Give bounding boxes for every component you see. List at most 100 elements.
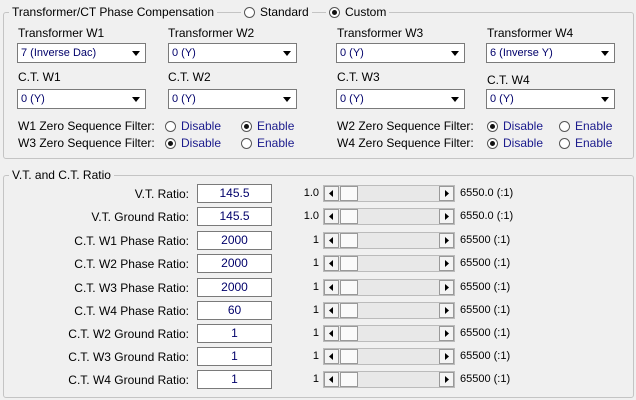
transformer-w1-label: Transformer W1 — [18, 26, 105, 40]
ratio-value-input[interactable]: 2000 — [197, 254, 272, 273]
ratio-scrollbar[interactable] — [323, 348, 455, 365]
ratio-scrollbar[interactable] — [323, 279, 455, 296]
scroll-right-button[interactable] — [439, 349, 454, 364]
scrollbar-thumb[interactable] — [340, 280, 358, 295]
scroll-left-button[interactable] — [324, 349, 339, 364]
arrow-right-icon — [445, 330, 449, 337]
enable-label: Enable — [257, 136, 295, 150]
w4-zero-seq-enable-radio[interactable]: Enable — [559, 136, 612, 150]
ratio-scrollbar[interactable] — [323, 302, 455, 319]
w2-zero-seq-enable-radio[interactable]: Enable — [559, 119, 612, 133]
w4-zero-seq-disable-radio[interactable]: Disable — [487, 136, 543, 150]
radio-indicator — [165, 120, 176, 132]
ratio-value-input[interactable]: 2000 — [197, 231, 272, 250]
arrow-left-icon — [329, 190, 333, 197]
ratio-max-value: 65500 (:1) — [460, 373, 511, 385]
selected-value: 0 (Y) — [172, 47, 196, 59]
scroll-right-button[interactable] — [439, 326, 454, 341]
ratio-scrollbar[interactable] — [323, 185, 455, 202]
w1-zero-seq-disable-radio[interactable]: Disable — [165, 119, 221, 133]
scrollbar-thumb[interactable] — [340, 186, 358, 201]
chevron-down-icon — [451, 97, 459, 102]
ratio-scrollbar[interactable] — [323, 255, 455, 272]
transformer-w2-label: Transformer W2 — [168, 26, 255, 40]
ratio-max-value: 65500 (:1) — [460, 304, 511, 316]
w2-zero-seq-disable-radio[interactable]: Disable — [487, 119, 543, 133]
arrow-right-icon — [445, 353, 449, 360]
scroll-left-button[interactable] — [324, 233, 339, 248]
ct-w1-select[interactable]: 0 (Y) — [17, 89, 146, 109]
enable-label: Enable — [257, 119, 295, 133]
scroll-right-button[interactable] — [439, 303, 454, 318]
scrollbar-thumb[interactable] — [340, 372, 358, 387]
ratio-value-input[interactable]: 2000 — [197, 278, 272, 297]
ct-w2-select[interactable]: 0 (Y) — [168, 89, 297, 109]
scroll-left-button[interactable] — [324, 280, 339, 295]
radio-indicator — [487, 120, 498, 132]
radio-indicator — [241, 120, 252, 132]
transformer-w3-label: Transformer W3 — [337, 26, 424, 40]
ratio-value-input[interactable]: 60 — [197, 301, 272, 320]
ratio-value-input[interactable]: 1 — [197, 347, 272, 366]
radio-indicator — [165, 137, 176, 149]
scrollbar-thumb[interactable] — [340, 326, 358, 341]
scrollbar-thumb[interactable] — [340, 233, 358, 248]
scroll-right-button[interactable] — [439, 256, 454, 271]
ct-w4-label: C.T. W4 — [487, 73, 530, 87]
ratio-title: V.T. and C.T. Ratio — [9, 168, 114, 182]
w3-zero-seq-disable-radio[interactable]: Disable — [165, 136, 221, 150]
arrow-left-icon — [329, 260, 333, 267]
ct-w4-select[interactable]: 0 (Y) — [486, 89, 615, 109]
mode-standard-radio[interactable]: Standard — [241, 5, 312, 19]
radio-indicator — [559, 120, 570, 132]
ratio-value-input[interactable]: 1 — [197, 370, 272, 389]
scroll-left-button[interactable] — [324, 303, 339, 318]
scroll-left-button[interactable] — [324, 209, 339, 224]
scroll-left-button[interactable] — [324, 256, 339, 271]
ratio-label: C.T. W2 Ground Ratio: — [68, 327, 189, 341]
scroll-right-button[interactable] — [439, 233, 454, 248]
transformer-w3-select[interactable]: 0 (Y) — [336, 43, 465, 63]
ct-w3-select[interactable]: 0 (Y) — [336, 89, 465, 109]
transformer-w1-select[interactable]: 7 (Inverse Dac) — [17, 43, 146, 63]
chevron-down-icon — [132, 97, 140, 102]
ratio-value-input[interactable]: 145.5 — [197, 207, 272, 226]
transformer-w4-select[interactable]: 6 (Inverse Y) — [486, 43, 615, 63]
transformer-w2-select[interactable]: 0 (Y) — [168, 43, 297, 63]
ratio-value-input[interactable]: 145.5 — [197, 184, 272, 203]
ratio-min-value: 1 — [312, 327, 319, 339]
arrow-left-icon — [329, 353, 333, 360]
scrollbar-thumb[interactable] — [340, 256, 358, 271]
arrow-left-icon — [329, 307, 333, 314]
scroll-right-button[interactable] — [439, 280, 454, 295]
w3-zero-seq-enable-radio[interactable]: Enable — [241, 136, 294, 150]
ratio-scrollbar[interactable] — [323, 325, 455, 342]
w1-zero-seq-label: W1 Zero Sequence Filter: — [18, 119, 155, 133]
ratio-value-input[interactable]: 1 — [197, 324, 272, 343]
transformer-w4-label: Transformer W4 — [487, 26, 574, 40]
scroll-right-button[interactable] — [439, 209, 454, 224]
arrow-right-icon — [445, 376, 449, 383]
scroll-right-button[interactable] — [439, 186, 454, 201]
disable-label: Disable — [503, 136, 544, 150]
scrollbar-thumb[interactable] — [340, 349, 358, 364]
w1-zero-seq-enable-radio[interactable]: Enable — [241, 119, 294, 133]
scrollbar-thumb[interactable] — [340, 209, 358, 224]
ct-w3-label: C.T. W3 — [337, 70, 380, 84]
scroll-left-button[interactable] — [324, 326, 339, 341]
mode-custom-radio[interactable]: Custom — [326, 5, 390, 19]
ratio-max-value: 6550.0 (:1) — [460, 210, 514, 222]
scrollbar-thumb[interactable] — [340, 303, 358, 318]
selected-value: 6 (Inverse Y) — [490, 47, 553, 59]
scroll-left-button[interactable] — [324, 372, 339, 387]
enable-label: Enable — [575, 136, 613, 150]
radio-indicator — [329, 6, 340, 18]
scroll-right-button[interactable] — [439, 372, 454, 387]
scroll-left-button[interactable] — [324, 186, 339, 201]
ratio-scrollbar[interactable] — [323, 371, 455, 388]
chevron-down-icon — [601, 51, 609, 56]
ratio-scrollbar[interactable] — [323, 232, 455, 249]
ratio-label: C.T. W2 Phase Ratio: — [74, 257, 189, 271]
ratio-min-value: 1.0 — [303, 210, 319, 222]
ratio-scrollbar[interactable] — [323, 208, 455, 225]
